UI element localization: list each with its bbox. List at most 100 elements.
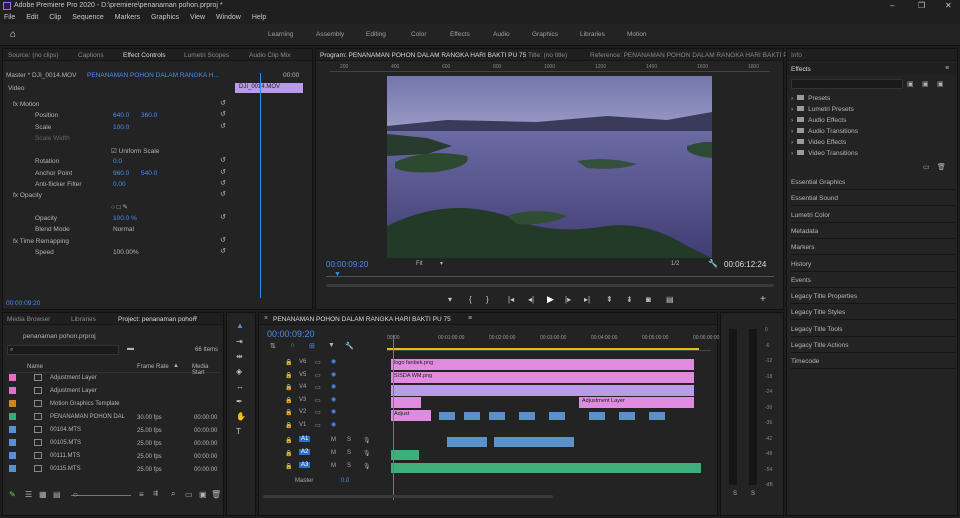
collapsed-panel[interactable]: Metadata bbox=[791, 228, 955, 239]
clip-bar[interactable]: DJI_0014.MOV bbox=[235, 83, 303, 93]
master-volume[interactable]: 0.0 bbox=[341, 478, 349, 484]
property-value-1[interactable]: 0.00 bbox=[113, 181, 126, 188]
menu-sequence[interactable]: Sequence bbox=[72, 14, 104, 21]
eye-icon[interactable]: ◉ bbox=[331, 421, 336, 428]
go-to-out-button[interactable]: ▸| bbox=[584, 295, 590, 304]
project-item[interactable]: Adjustment Layer bbox=[9, 387, 223, 399]
collapsed-panel[interactable]: Lumetri Color bbox=[791, 212, 955, 223]
solo-left-button[interactable]: S bbox=[733, 491, 737, 497]
label-color-swatch[interactable] bbox=[9, 413, 16, 420]
step-back-button[interactable]: ◂| bbox=[528, 295, 534, 304]
program-playhead-icon[interactable]: ▼ bbox=[334, 271, 341, 278]
reset-icon[interactable]: ↺ bbox=[220, 179, 226, 187]
reset-icon[interactable]: ↺ bbox=[220, 99, 226, 107]
workspace-assembly[interactable]: Assembly bbox=[316, 31, 344, 38]
program-scrubber[interactable] bbox=[326, 276, 774, 280]
lock-icon[interactable]: 🔒 bbox=[285, 437, 292, 444]
property-value-1[interactable]: 0.0 bbox=[113, 158, 122, 165]
video-track-header[interactable]: 🔒 V3 ▭ ◉ bbox=[263, 395, 387, 407]
sync-lock-icon[interactable]: ▭ bbox=[315, 422, 321, 429]
close-button[interactable]: ✕ bbox=[945, 1, 952, 10]
tab-reference[interactable]: Reference: PENANAMAN POHON DALAM RANGKA … bbox=[590, 52, 801, 59]
reset-icon[interactable]: ↺ bbox=[220, 122, 226, 130]
reset-icon[interactable]: ↺ bbox=[220, 190, 226, 198]
lock-icon[interactable]: 🔒 bbox=[285, 359, 292, 366]
collapsed-panel[interactable]: Legacy Title Actions bbox=[791, 342, 955, 353]
step-forward-button[interactable]: |▸ bbox=[565, 295, 571, 304]
effects-search-input[interactable] bbox=[791, 79, 903, 89]
label-color-swatch[interactable] bbox=[9, 426, 16, 433]
property-row[interactable]: ○ □ ✎ bbox=[3, 201, 231, 212]
menu-view[interactable]: View bbox=[190, 14, 205, 21]
play-button[interactable]: ▶ bbox=[547, 294, 554, 305]
menu-file[interactable]: File bbox=[4, 14, 15, 21]
menu-markers[interactable]: Markers bbox=[115, 14, 140, 21]
clip-v2-small[interactable] bbox=[391, 397, 421, 408]
clip-v1-segment[interactable] bbox=[549, 412, 565, 420]
add-marker-button[interactable]: ▾ bbox=[448, 295, 452, 304]
mic-icon[interactable]: 🎙 bbox=[363, 450, 371, 457]
clip-adjustment-layer[interactable]: Adjustment Layer bbox=[579, 397, 694, 408]
label-color-swatch[interactable] bbox=[9, 374, 16, 381]
nest-icon[interactable]: ⇅ bbox=[270, 342, 276, 350]
clip-v1-segment[interactable] bbox=[649, 412, 665, 420]
col-frame-rate[interactable]: Frame Rate bbox=[137, 364, 169, 370]
project-menu-icon[interactable]: ≡ bbox=[193, 315, 197, 322]
clip-a2[interactable] bbox=[391, 450, 419, 460]
tab-audio-clip-mixer[interactable]: Audio Clip Mix bbox=[249, 52, 291, 59]
property-row[interactable]: Anti-flicker Filter 0.00 ↺ bbox=[3, 179, 231, 190]
workspace-graphics[interactable]: Graphics bbox=[532, 31, 558, 38]
solo-button[interactable]: S bbox=[347, 437, 351, 443]
effects-menu-icon[interactable]: ≡ bbox=[945, 65, 949, 72]
property-row[interactable]: Anchor Point 960.0 540.0 ↺ bbox=[3, 168, 231, 179]
label-color-swatch[interactable] bbox=[9, 400, 16, 407]
home-icon[interactable]: ⌂ bbox=[10, 29, 16, 40]
video-track-header[interactable]: 🔒 V5 ▭ ◉ bbox=[263, 370, 387, 382]
new-bin-button[interactable]: ▬ bbox=[127, 345, 134, 352]
audio-track-header[interactable]: 🔒 A1 M S 🎙 bbox=[263, 435, 387, 447]
linked-selection-icon[interactable]: ⊞ bbox=[309, 342, 315, 350]
property-value-1[interactable]: 100.00% bbox=[113, 249, 139, 256]
hand-tool-icon[interactable]: ✋ bbox=[236, 412, 246, 421]
clip-v1-segment[interactable] bbox=[489, 412, 505, 420]
project-item[interactable]: 00111.MTS 25.00 fps 00:00:00 bbox=[9, 452, 223, 464]
yuv-effects-icon[interactable]: ▣ bbox=[937, 80, 944, 88]
clip-v4-group[interactable] bbox=[391, 385, 694, 396]
playhead-line[interactable] bbox=[260, 73, 261, 298]
project-item[interactable]: PENANAMAN POHON DAL 30.00 fps 00:00:00 bbox=[9, 413, 223, 425]
add-button-icon[interactable]: + bbox=[760, 294, 766, 305]
sort-icons-icon[interactable]: ≡ bbox=[139, 490, 144, 499]
track-select-tool-icon[interactable]: ⇥ bbox=[236, 337, 243, 346]
program-zoom-bar[interactable] bbox=[326, 284, 774, 287]
project-item[interactable]: 00105.MTS 25.00 fps 00:00:00 bbox=[9, 439, 223, 451]
tab-program[interactable]: Program: PENANAMAN POHON DALAM RANGKA HA… bbox=[320, 52, 526, 59]
go-to-in-button[interactable]: |◂ bbox=[508, 295, 514, 304]
property-row[interactable]: Rotation 0.0 ↺ bbox=[3, 156, 231, 167]
pencil-icon[interactable]: ✎ bbox=[9, 490, 16, 499]
property-value-2[interactable]: 360.0 bbox=[141, 112, 157, 119]
sync-lock-icon[interactable]: ▭ bbox=[315, 409, 321, 416]
clip-adjust-v1[interactable]: Adjust bbox=[391, 410, 431, 421]
clip-v1-segment[interactable] bbox=[589, 412, 605, 420]
property-row[interactable]: Opacity 100.0 % ↺ bbox=[3, 213, 231, 224]
razor-tool-icon[interactable]: ◈ bbox=[236, 367, 242, 376]
eye-icon[interactable]: ◉ bbox=[331, 408, 336, 415]
slip-tool-icon[interactable]: ↔ bbox=[236, 382, 244, 391]
property-row[interactable]: Scale Width bbox=[3, 133, 231, 144]
video-track-header[interactable]: 🔒 V6 ▭ ◉ bbox=[263, 357, 387, 369]
solo-button[interactable]: S bbox=[347, 450, 351, 456]
maximize-button[interactable]: ❐ bbox=[918, 1, 925, 10]
automate-icon[interactable]: ⇶ bbox=[153, 490, 158, 497]
snap-icon[interactable]: ∩ bbox=[290, 342, 295, 349]
workspace-learning[interactable]: Learning bbox=[268, 31, 293, 38]
clip-logo[interactable]: logo fanbek.png bbox=[391, 359, 694, 370]
mic-icon[interactable]: 🎙 bbox=[363, 463, 371, 470]
project-item[interactable]: 00104.MTS 25.00 fps 00:00:00 bbox=[9, 426, 223, 438]
property-value-1[interactable]: 100.0 % bbox=[113, 215, 137, 222]
solo-right-button[interactable]: S bbox=[751, 491, 755, 497]
property-value-1[interactable]: 960.0 bbox=[113, 170, 129, 177]
project-search-input[interactable]: ⌕ bbox=[7, 345, 119, 355]
work-area-bar[interactable] bbox=[387, 348, 699, 350]
sync-lock-icon[interactable]: ▭ bbox=[315, 359, 321, 366]
mic-icon[interactable]: 🎙 bbox=[363, 437, 371, 444]
